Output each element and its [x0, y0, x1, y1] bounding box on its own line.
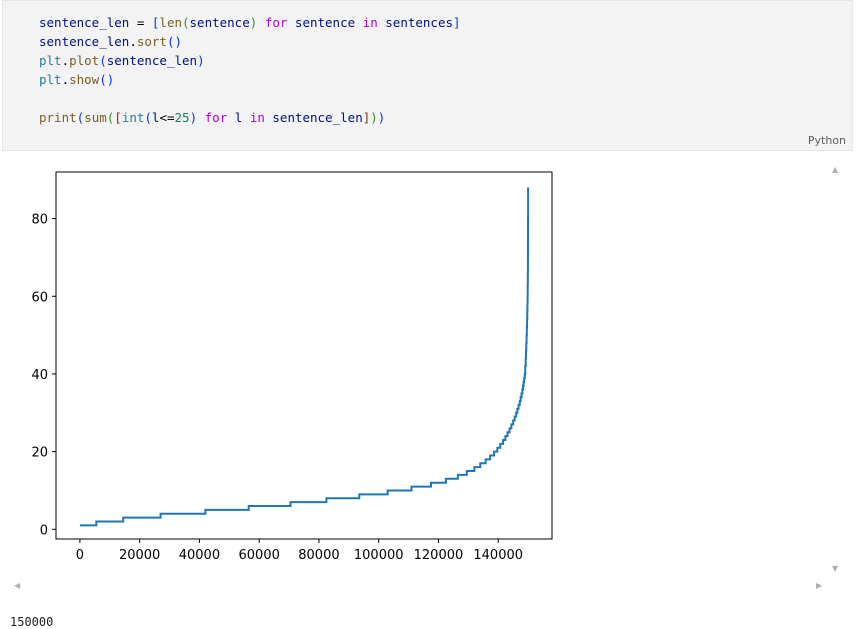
x-tick-label: 80000: [298, 548, 339, 563]
x-tick-label: 0: [76, 548, 84, 563]
y-tick-label: 80: [31, 213, 48, 228]
print-output: 150000: [10, 615, 54, 629]
cell-output: 0 20000 40000 60000 80000 100000 120000 140000 0…: [0, 160, 857, 600]
line-chart: 0 20000 40000 60000 80000 100000 120000 140000 0…: [31, 171, 553, 563]
code-line-3: plt.plot(sentence_len): [39, 53, 205, 68]
x-tick-label: 120000: [414, 548, 464, 563]
code-cell[interactable]: sentence_len = [len(sentence) for senten…: [2, 0, 853, 151]
scroll-left-arrow[interactable]: ◀: [14, 582, 20, 590]
scroll-right-arrow[interactable]: ▶: [816, 582, 822, 590]
x-tick-label: 100000: [354, 548, 404, 563]
x-tick-label: 20000: [119, 548, 160, 563]
x-tick-label: 40000: [179, 548, 220, 563]
y-tick-label: 60: [31, 290, 48, 305]
series-line-1: [79, 187, 530, 527]
scroll-up-arrow[interactable]: ▲: [832, 166, 838, 174]
y-tick-label: 20: [31, 446, 48, 461]
code-line-4: plt.show(): [39, 72, 115, 87]
x-tick-label: 60000: [239, 548, 280, 563]
code-line-1: sentence_len = [len(sentence) for senten…: [39, 15, 461, 30]
scroll-down-arrow[interactable]: ▼: [832, 565, 838, 573]
code-line-6: print(sum([int(l<=25) for l in sentence_…: [39, 110, 386, 125]
y-tick-label: 40: [31, 368, 48, 383]
code-editor[interactable]: sentence_len = [len(sentence) for senten…: [39, 13, 461, 127]
x-tick-label: 140000: [473, 548, 523, 563]
code-line-2: sentence_len.sort(): [39, 34, 183, 49]
y-tick-label: 0: [40, 523, 48, 538]
plot-frame: [55, 171, 553, 540]
cell-language-label[interactable]: Python: [808, 134, 846, 147]
